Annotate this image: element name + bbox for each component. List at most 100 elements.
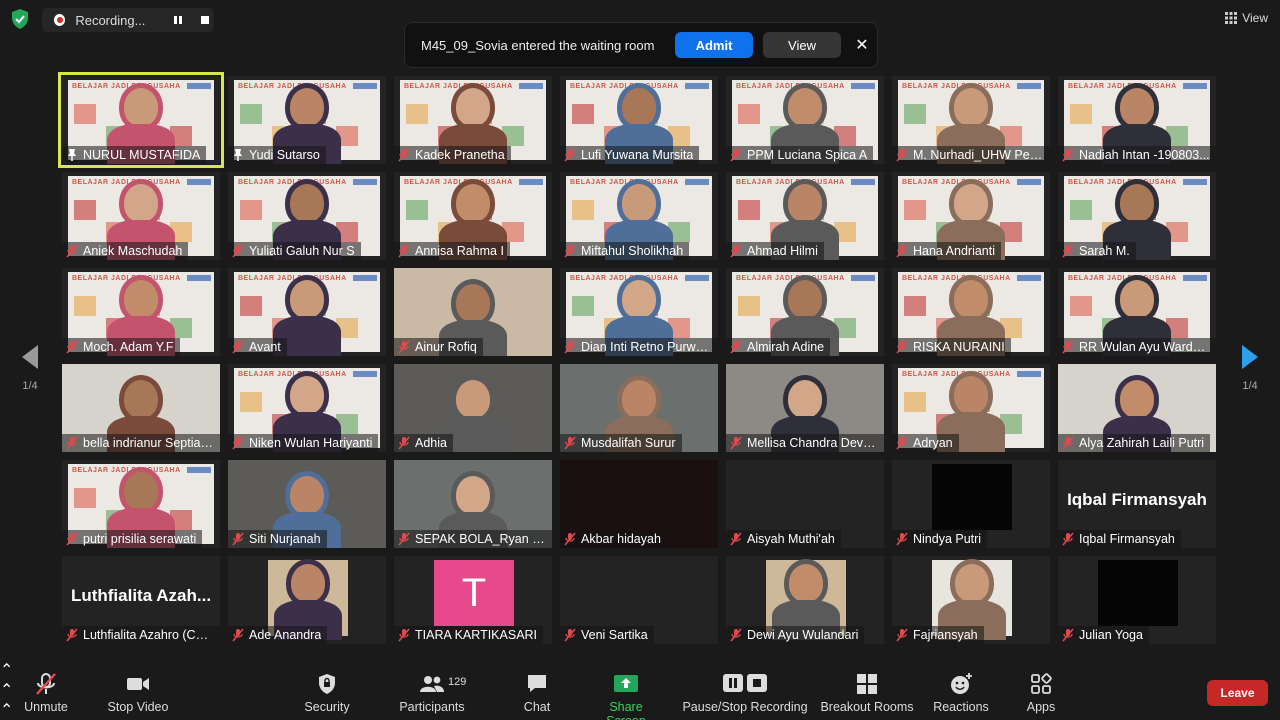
participant-tile[interactable]: BELAJAR JADI PENGUSAHA Lufi Yuwana Mursit…	[560, 76, 718, 164]
participant-tile[interactable]: Luthfialita Azah... Luthfialita Azahro (C…	[62, 556, 220, 644]
muted-microphone-icon	[232, 340, 244, 354]
muted-microphone-icon	[896, 532, 908, 546]
participant-name: Akbar hidayah	[581, 532, 661, 546]
participant-tile[interactable]: Veni Sartika	[560, 556, 718, 644]
apps-button[interactable]: Apps	[1024, 672, 1058, 714]
participant-tile[interactable]: BELAJAR JADI PENGUSAHA NURUL MUSTAFIDA	[58, 72, 224, 168]
close-icon[interactable]: ✕	[849, 32, 875, 58]
muted-microphone-icon	[1062, 532, 1074, 546]
participant-tile[interactable]: Siti Nurjanah	[228, 460, 386, 548]
muted-microphone-icon	[398, 436, 410, 450]
next-page-button[interactable]: 1/4	[1232, 344, 1268, 392]
participant-tile[interactable]: SEPAK BOLA_Ryan Wa...	[394, 460, 552, 548]
participant-tile[interactable]: BELAJAR JADI PENGUSAHA Yuliati Galuh Nur …	[228, 172, 386, 260]
participant-tile[interactable]: BELAJAR JADI PENGUSAHA putri prisilia ser…	[62, 460, 220, 548]
reactions-button[interactable]: Reactions	[932, 672, 990, 714]
participant-tile[interactable]: BELAJAR JADI PENGUSAHA Adryan	[892, 364, 1050, 452]
stop-video-button[interactable]: Stop Video	[104, 672, 172, 714]
stop-recording-button[interactable]	[195, 10, 214, 30]
view-waiting-room-button[interactable]: View	[763, 32, 841, 58]
muted-microphone-icon	[66, 532, 78, 546]
sponsor-logo	[353, 83, 377, 89]
participant-name-label: Adryan	[892, 434, 959, 452]
muted-microphone-icon	[564, 148, 576, 162]
unmute-button[interactable]: Unmute	[18, 672, 74, 714]
page-indicator-left: 1/4	[22, 380, 38, 392]
security-button[interactable]: Security	[300, 672, 354, 714]
participant-tile[interactable]: BELAJAR JADI PENGUSAHA Hana Andrianti	[892, 172, 1050, 260]
participant-name-label: Nindya Putri	[892, 530, 988, 548]
view-label: View	[1242, 11, 1268, 25]
participant-tile[interactable]: Iqbal Firmansyah Iqbal Firmansyah	[1058, 460, 1216, 548]
video-camera-icon	[127, 678, 149, 690]
muted-microphone-icon	[564, 532, 576, 546]
participant-tile[interactable]: BELAJAR JADI PENGUSAHA Dian Inti Retno Pu…	[560, 268, 718, 356]
participant-tile[interactable]: BELAJAR JADI PENGUSAHA Aniek Maschudah	[62, 172, 220, 260]
pause-recording-button[interactable]	[168, 10, 187, 30]
participant-tile[interactable]: BELAJAR JADI PENGUSAHA Miftahul Sholikhah	[560, 172, 718, 260]
pause-stop-recording-button[interactable]: Pause/Stop Recording	[682, 672, 808, 714]
participant-tile[interactable]: Musdalifah Surur	[560, 364, 718, 452]
muted-microphone-icon	[1062, 148, 1074, 162]
muted-microphone-icon	[232, 436, 244, 450]
participant-tile[interactable]: Akbar hidayah	[560, 460, 718, 548]
arrow-left-icon	[22, 345, 38, 369]
participant-video	[272, 558, 344, 640]
participant-tile[interactable]: BELAJAR JADI PENGUSAHA Yudi Sutarso	[228, 76, 386, 164]
participant-tile[interactable]: Dewi Ayu Wulandari	[726, 556, 884, 644]
notification-message: M45_09_Sovia entered the waiting room	[421, 37, 655, 53]
leave-meeting-button[interactable]: Leave	[1207, 680, 1268, 706]
participant-name-label: RR Wulan Ayu Wardan...	[1058, 338, 1216, 356]
participant-tile[interactable]: Nindya Putri	[892, 460, 1050, 548]
pin-icon	[234, 149, 242, 161]
participant-tile[interactable]: BELAJAR JADI PENGUSAHA Annisa Rahma I	[394, 172, 552, 260]
participant-tile[interactable]: Ade Anandra	[228, 556, 386, 644]
participant-tile[interactable]: BELAJAR JADI PENGUSAHA Nadiah Intan -1908…	[1058, 76, 1216, 164]
participant-tile[interactable]: Adhia	[394, 364, 552, 452]
participant-name-label: NURUL MUSTAFIDA	[62, 146, 207, 164]
participant-tile[interactable]: BELAJAR JADI PENGUSAHA Avant	[228, 268, 386, 356]
participant-tile[interactable]: Alya Zahirah Laili Putri	[1058, 364, 1216, 452]
participant-tile[interactable]: Aisyah Muthi'ah	[726, 460, 884, 548]
share-screen-button[interactable]: Share Screen	[588, 672, 664, 720]
muted-microphone-icon	[1062, 244, 1074, 258]
participant-tile[interactable]: Julian Yoga	[1058, 556, 1216, 644]
participant-tile[interactable]: bella indrianur Septiaw...	[62, 364, 220, 452]
participant-tile[interactable]: BELAJAR JADI PENGUSAHA Moch. Adam Y.F	[62, 268, 220, 356]
participant-name-label: Siti Nurjanah	[228, 530, 327, 548]
participant-name-label: Annisa Rahma I	[394, 242, 510, 260]
muted-microphone-icon	[232, 244, 244, 258]
participant-tile[interactable]: BELAJAR JADI PENGUSAHA Almirah Adine	[726, 268, 884, 356]
sponsor-logo	[1017, 83, 1041, 89]
sponsor-logo	[187, 467, 211, 473]
participant-name: RISKA NURAINI	[913, 340, 1005, 354]
security-shield-icon[interactable]	[10, 8, 30, 30]
participant-name-label: Mellisa Chandra Devy ...	[726, 434, 884, 452]
participant-name: Ainur Rofiq	[415, 340, 477, 354]
participant-tile[interactable]: BELAJAR JADI PENGUSAHA Niken Wulan Hariya…	[228, 364, 386, 452]
breakout-rooms-button[interactable]: Breakout Rooms	[820, 672, 914, 714]
view-menu-button[interactable]: View	[1225, 8, 1268, 28]
participant-tile[interactable]: BELAJAR JADI PENGUSAHA Ahmad Hilmi	[726, 172, 884, 260]
muted-microphone-icon	[66, 244, 78, 258]
participant-tile[interactable]: Ainur Rofiq	[394, 268, 552, 356]
participant-tile[interactable]: BELAJAR JADI PENGUSAHA RR Wulan Ayu Warda…	[1058, 268, 1216, 356]
participant-tile[interactable]: BELAJAR JADI PENGUSAHA RISKA NURAINI	[892, 268, 1050, 356]
participant-name-label: PPM Luciana Spica A	[726, 146, 874, 164]
participant-name-label: Ahmad Hilmi	[726, 242, 824, 260]
zoom-meeting-window: { "recording": { "label": "Recording..."…	[0, 0, 1280, 720]
participant-tile[interactable]: BELAJAR JADI PENGUSAHA Kadek Pranetha	[394, 76, 552, 164]
participant-tile[interactable]: T TIARA KARTIKASARI	[394, 556, 552, 644]
participant-tile[interactable]: BELAJAR JADI PENGUSAHA PPM Luciana Spica …	[726, 76, 884, 164]
participant-tile[interactable]: BELAJAR JADI PENGUSAHA M. Nurhadi_UHW Per…	[892, 76, 1050, 164]
participant-tile[interactable]: Mellisa Chandra Devy ...	[726, 364, 884, 452]
recording-label: Recording...	[75, 12, 146, 28]
sponsor-logo	[685, 83, 709, 89]
previous-page-button[interactable]: 1/4	[12, 344, 48, 392]
participant-name-label: Avant	[228, 338, 287, 356]
participant-name-label: Nadiah Intan -190803...	[1058, 146, 1216, 164]
chat-button[interactable]: Chat	[518, 672, 556, 714]
participant-tile[interactable]: Fajriansyah	[892, 556, 1050, 644]
admit-button[interactable]: Admit	[675, 32, 753, 58]
participant-tile[interactable]: BELAJAR JADI PENGUSAHA Sarah M.	[1058, 172, 1216, 260]
